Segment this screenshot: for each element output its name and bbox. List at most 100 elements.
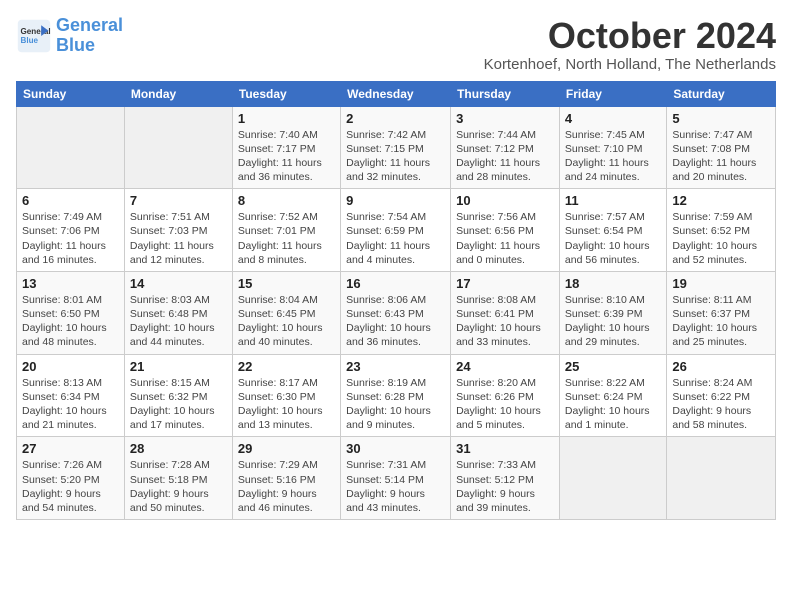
day-info: Sunrise: 7:52 AMSunset: 7:01 PMDaylight:… — [238, 210, 335, 267]
calendar-cell: 26 Sunrise: 8:24 AMSunset: 6:22 PMDayligh… — [667, 354, 776, 437]
calendar-cell: 3 Sunrise: 7:44 AMSunset: 7:12 PMDaylight… — [451, 106, 560, 189]
svg-text:Blue: Blue — [21, 36, 39, 45]
day-info: Sunrise: 8:20 AMSunset: 6:26 PMDaylight:… — [456, 376, 554, 433]
location-title: Kortenhoef, North Holland, The Netherlan… — [484, 56, 776, 73]
day-info: Sunrise: 8:24 AMSunset: 6:22 PMDaylight:… — [672, 376, 770, 433]
day-info: Sunrise: 7:33 AMSunset: 5:12 PMDaylight:… — [456, 458, 554, 515]
day-number: 4 — [565, 111, 661, 126]
day-number: 15 — [238, 276, 335, 291]
day-number: 23 — [346, 359, 445, 374]
calendar-cell: 8 Sunrise: 7:52 AMSunset: 7:01 PMDaylight… — [232, 189, 340, 272]
calendar-cell: 19Sunrise: 8:11 AMSunset: 6:37 PMDayligh… — [667, 271, 776, 354]
day-number: 5 — [672, 111, 770, 126]
day-info: Sunrise: 8:19 AMSunset: 6:28 PMDaylight:… — [346, 376, 445, 433]
calendar-cell: 11 Sunrise: 7:57 AMSunset: 6:54 PMDayligh… — [559, 189, 666, 272]
day-info: Sunrise: 8:04 AMSunset: 6:45 PMDaylight:… — [238, 293, 335, 350]
day-number: 1 — [238, 111, 335, 126]
day-info: Sunrise: 8:03 AMSunset: 6:48 PMDaylight:… — [130, 293, 227, 350]
day-number: 29 — [238, 441, 335, 456]
calendar-week-3: 13 Sunrise: 8:01 AMSunset: 6:50 PMDayligh… — [17, 271, 776, 354]
day-number: 21 — [130, 359, 227, 374]
header-tuesday: Tuesday — [232, 81, 340, 106]
day-number: 11 — [565, 193, 661, 208]
title-block: October 2024 Kortenhoef, North Holland, … — [484, 16, 776, 73]
calendar-week-1: 1Sunrise: 7:40 AMSunset: 7:17 PMDaylight… — [17, 106, 776, 189]
day-number: 20 — [22, 359, 119, 374]
header-monday: Monday — [124, 81, 232, 106]
day-info: Sunrise: 7:44 AMSunset: 7:12 PMDaylight:… — [456, 128, 554, 185]
day-info: Sunrise: 7:49 AMSunset: 7:06 PMDaylight:… — [22, 210, 119, 267]
day-number: 17 — [456, 276, 554, 291]
page-header: General Blue GeneralBlue October 2024 Ko… — [16, 16, 776, 73]
calendar-week-4: 20 Sunrise: 8:13 AMSunset: 6:34 PMDayligh… — [17, 354, 776, 437]
calendar-cell: 20 Sunrise: 8:13 AMSunset: 6:34 PMDayligh… — [17, 354, 125, 437]
calendar-cell: 24Sunrise: 8:20 AMSunset: 6:26 PMDayligh… — [451, 354, 560, 437]
calendar-header-row: SundayMondayTuesdayWednesdayThursdayFrid… — [17, 81, 776, 106]
day-info: Sunrise: 7:47 AMSunset: 7:08 PMDaylight:… — [672, 128, 770, 185]
day-info: Sunrise: 7:57 AMSunset: 6:54 PMDaylight:… — [565, 210, 661, 267]
day-info: Sunrise: 7:26 AMSunset: 5:20 PMDaylight:… — [22, 458, 119, 515]
header-saturday: Saturday — [667, 81, 776, 106]
calendar-cell: 21 Sunrise: 8:15 AMSunset: 6:32 PMDayligh… — [124, 354, 232, 437]
calendar-cell: 17 Sunrise: 8:08 AMSunset: 6:41 PMDayligh… — [451, 271, 560, 354]
calendar-table: SundayMondayTuesdayWednesdayThursdayFrid… — [16, 81, 776, 520]
calendar-cell: 31 Sunrise: 7:33 AMSunset: 5:12 PMDayligh… — [451, 437, 560, 520]
day-number: 12 — [672, 193, 770, 208]
calendar-cell: 9Sunrise: 7:54 AMSunset: 6:59 PMDaylight… — [341, 189, 451, 272]
day-info: Sunrise: 8:10 AMSunset: 6:39 PMDaylight:… — [565, 293, 661, 350]
day-number: 16 — [346, 276, 445, 291]
day-number: 25 — [565, 359, 661, 374]
day-number: 10 — [456, 193, 554, 208]
day-info: Sunrise: 8:08 AMSunset: 6:41 PMDaylight:… — [456, 293, 554, 350]
day-info: Sunrise: 7:51 AMSunset: 7:03 PMDaylight:… — [130, 210, 227, 267]
calendar-cell: 25 Sunrise: 8:22 AMSunset: 6:24 PMDayligh… — [559, 354, 666, 437]
calendar-cell: 28 Sunrise: 7:28 AMSunset: 5:18 PMDayligh… — [124, 437, 232, 520]
day-number: 3 — [456, 111, 554, 126]
day-number: 26 — [672, 359, 770, 374]
calendar-cell: 27Sunrise: 7:26 AMSunset: 5:20 PMDayligh… — [17, 437, 125, 520]
day-number: 31 — [456, 441, 554, 456]
day-number: 22 — [238, 359, 335, 374]
day-number: 2 — [346, 111, 445, 126]
day-info: Sunrise: 7:28 AMSunset: 5:18 PMDaylight:… — [130, 458, 227, 515]
calendar-cell: 14 Sunrise: 8:03 AMSunset: 6:48 PMDayligh… — [124, 271, 232, 354]
calendar-cell — [559, 437, 666, 520]
day-number: 14 — [130, 276, 227, 291]
header-thursday: Thursday — [451, 81, 560, 106]
day-info: Sunrise: 8:15 AMSunset: 6:32 PMDaylight:… — [130, 376, 227, 433]
day-info: Sunrise: 8:22 AMSunset: 6:24 PMDaylight:… — [565, 376, 661, 433]
calendar-cell — [667, 437, 776, 520]
calendar-cell — [17, 106, 125, 189]
day-info: Sunrise: 7:56 AMSunset: 6:56 PMDaylight:… — [456, 210, 554, 267]
logo-text: GeneralBlue — [56, 16, 123, 56]
day-info: Sunrise: 8:13 AMSunset: 6:34 PMDaylight:… — [22, 376, 119, 433]
day-number: 8 — [238, 193, 335, 208]
calendar-cell: 16 Sunrise: 8:06 AMSunset: 6:43 PMDayligh… — [341, 271, 451, 354]
day-number: 28 — [130, 441, 227, 456]
day-info: Sunrise: 7:45 AMSunset: 7:10 PMDaylight:… — [565, 128, 661, 185]
day-number: 7 — [130, 193, 227, 208]
calendar-cell: 30Sunrise: 7:31 AMSunset: 5:14 PMDayligh… — [341, 437, 451, 520]
calendar-cell: 1Sunrise: 7:40 AMSunset: 7:17 PMDaylight… — [232, 106, 340, 189]
day-info: Sunrise: 8:01 AMSunset: 6:50 PMDaylight:… — [22, 293, 119, 350]
day-info: Sunrise: 7:29 AMSunset: 5:16 PMDaylight:… — [238, 458, 335, 515]
header-friday: Friday — [559, 81, 666, 106]
month-title: October 2024 — [484, 16, 776, 56]
logo: General Blue GeneralBlue — [16, 16, 123, 56]
day-info: Sunrise: 7:31 AMSunset: 5:14 PMDaylight:… — [346, 458, 445, 515]
day-info: Sunrise: 7:54 AMSunset: 6:59 PMDaylight:… — [346, 210, 445, 267]
day-number: 18 — [565, 276, 661, 291]
logo-icon: General Blue — [16, 18, 52, 54]
day-info: Sunrise: 8:17 AMSunset: 6:30 PMDaylight:… — [238, 376, 335, 433]
calendar-cell: 13 Sunrise: 8:01 AMSunset: 6:50 PMDayligh… — [17, 271, 125, 354]
day-number: 6 — [22, 193, 119, 208]
calendar-cell: 15 Sunrise: 8:04 AMSunset: 6:45 PMDayligh… — [232, 271, 340, 354]
calendar-cell: 29 Sunrise: 7:29 AMSunset: 5:16 PMDayligh… — [232, 437, 340, 520]
day-info: Sunrise: 8:06 AMSunset: 6:43 PMDaylight:… — [346, 293, 445, 350]
calendar-cell: 18 Sunrise: 8:10 AMSunset: 6:39 PMDayligh… — [559, 271, 666, 354]
day-number: 13 — [22, 276, 119, 291]
calendar-cell: 5 Sunrise: 7:47 AMSunset: 7:08 PMDaylight… — [667, 106, 776, 189]
calendar-cell: 4 Sunrise: 7:45 AMSunset: 7:10 PMDaylight… — [559, 106, 666, 189]
day-info: Sunrise: 8:11 AMSunset: 6:37 PMDaylight:… — [672, 293, 770, 350]
calendar-cell: 10 Sunrise: 7:56 AMSunset: 6:56 PMDayligh… — [451, 189, 560, 272]
